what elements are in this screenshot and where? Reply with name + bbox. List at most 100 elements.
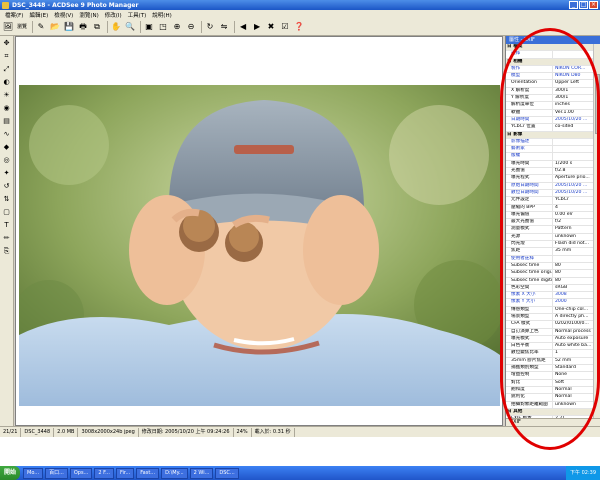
start-button[interactable]: 開始: [0, 466, 21, 480]
taskbar-item[interactable]: Mo...: [23, 467, 44, 479]
taskbar-item[interactable]: D:\My...: [161, 467, 188, 479]
exif-section-header[interactable]: 日 其他: [506, 408, 594, 417]
next-icon[interactable]: ▶: [251, 21, 263, 33]
menu-edit[interactable]: 編輯(E): [26, 11, 51, 19]
rotate-icon[interactable]: ↻: [204, 21, 216, 33]
exif-row[interactable]: 閃光燈 Flash did not...: [506, 241, 594, 249]
zoom-out-icon[interactable]: ⊖: [185, 21, 197, 33]
clone-icon[interactable]: ⎘: [1, 246, 12, 257]
exif-row[interactable]: 測量模式 Pattern: [506, 226, 594, 234]
taskbar-item[interactable]: 百口...: [45, 467, 68, 479]
rotate-tool-icon[interactable]: ↺: [1, 181, 12, 192]
exif-row[interactable]: 焦距 35 mm: [506, 248, 594, 256]
exif-row[interactable]: 像素 X 大小 3008: [506, 292, 594, 300]
exif-scrollbar[interactable]: [593, 44, 600, 418]
menu-file[interactable]: 檔案(F): [2, 11, 26, 19]
exif-row[interactable]: 元件設定 YCbCr: [506, 197, 594, 205]
exif-row[interactable]: 拍攝對象距離範圍 unknown: [506, 401, 594, 409]
exif-row[interactable]: 數位變焦比率 1: [506, 350, 594, 358]
exif-row[interactable]: 註釋: [506, 51, 594, 59]
save-icon[interactable]: 💾: [63, 21, 75, 33]
pencil-icon[interactable]: ✏: [1, 233, 12, 244]
zoom-in-icon[interactable]: ⊕: [171, 21, 183, 33]
exif-row[interactable]: 捕獲類別類型 Standard: [506, 365, 594, 373]
border-icon[interactable]: ▢: [1, 207, 12, 218]
taskbar-item[interactable]: Fir...: [115, 467, 135, 479]
effects-icon[interactable]: ✦: [1, 168, 12, 179]
exif-row[interactable]: Orientation Upper Left: [506, 80, 594, 88]
exif-row[interactable]: 光圈值 f/2.8: [506, 168, 594, 176]
exif-row[interactable]: 曝光時間 1/200 s: [506, 160, 594, 169]
exif-row[interactable]: 曝光模式 Auto exposure: [506, 335, 594, 344]
exif-row[interactable]: 色彩空間 sRGB: [506, 284, 594, 293]
image-viewer[interactable]: [15, 36, 503, 426]
taskbar-item[interactable]: 2 F...: [94, 467, 114, 479]
exif-row[interactable]: 光源 unknown: [506, 233, 594, 242]
print-icon[interactable]: 🖶: [77, 21, 89, 33]
maximize-button[interactable]: □: [579, 1, 588, 9]
exif-scrollbar-thumb[interactable]: [595, 74, 600, 134]
exif-row[interactable]: 對比 Soft: [506, 379, 594, 387]
curves-icon[interactable]: ∿: [1, 129, 12, 140]
taskbar-item[interactable]: Fast...: [136, 467, 160, 479]
exif-property-list[interactable]: 日 檔案 註釋日 相機 製作 NIKON COR... 模型 NIKON D80 Orien…: [506, 44, 594, 418]
exif-section-header[interactable]: 日 檔案: [506, 44, 594, 52]
redeye-icon[interactable]: ◎: [1, 155, 12, 166]
exif-row[interactable]: 原始日期時間 2005/10/20 ...: [506, 182, 594, 190]
exif-row[interactable]: 最大光圈值 f/2: [506, 219, 594, 227]
exif-row[interactable]: 使用者註釋: [506, 255, 594, 263]
browse-icon[interactable]: 🖼: [2, 21, 14, 33]
exif-row[interactable]: CFA 樣式 0202/0100/0...: [506, 321, 594, 329]
menu-help[interactable]: 說明(H): [149, 11, 174, 19]
menu-tools[interactable]: 工具(T): [125, 11, 150, 19]
crop-icon[interactable]: ⌗: [1, 51, 12, 62]
exif-row[interactable]: 自訂演算上色 Normal process: [506, 328, 594, 336]
exif-row[interactable]: X 解析度 300/1: [506, 87, 594, 96]
exif-row[interactable]: 壓縮的 BPP 4: [506, 204, 594, 212]
exif-row[interactable]: 曝光程式 Aperture prio...: [506, 175, 594, 183]
properties-icon[interactable]: ☑: [279, 21, 291, 33]
exif-section-header[interactable]: 日 影像: [506, 131, 594, 139]
exif-row[interactable]: 日期時間 2005/10/20 ...: [506, 116, 594, 125]
exif-row[interactable]: 模型 NIKON D80: [506, 73, 594, 81]
flip-icon[interactable]: ⇋: [218, 21, 230, 33]
delete-icon[interactable]: ✖: [265, 21, 277, 33]
exif-row[interactable]: 數位日期時間 2005/10/20 ...: [506, 189, 594, 198]
menu-view[interactable]: 檢視(V): [51, 11, 76, 19]
exif-row[interactable]: YCbCr 位置 co-sited: [506, 124, 594, 132]
exif-row[interactable]: 場景類型 A directly ph...: [506, 313, 594, 322]
taskbar-item[interactable]: Ops...: [69, 467, 93, 479]
copy-icon[interactable]: ⧉: [91, 21, 103, 33]
exif-tab[interactable]: EXIF: [506, 418, 600, 426]
sharpen-icon[interactable]: ◆: [1, 142, 12, 153]
fit-icon[interactable]: ▣: [143, 21, 155, 33]
exif-row[interactable]: 像素 Y 大小 2000: [506, 299, 594, 307]
browse-button[interactable]: 瀏覽: [16, 21, 28, 33]
taskbar-item[interactable]: 2 Wi...: [189, 467, 214, 479]
taskbar-item-active[interactable]: DSC...: [215, 467, 239, 479]
exif-row[interactable]: 白色平衡 Auto white ba...: [506, 343, 594, 351]
actual-size-icon[interactable]: ◳: [157, 21, 169, 33]
system-tray-clock[interactable]: 下午 02:39: [566, 466, 600, 480]
resize-icon[interactable]: ⤢: [1, 64, 12, 75]
open-icon[interactable]: 📂: [49, 21, 61, 33]
menu-browse[interactable]: 瀏覽(N): [76, 11, 101, 19]
exif-row[interactable]: 傳感類型 One-chip col...: [506, 306, 594, 314]
exif-row[interactable]: 35mm 膠片焦距 52 mm: [506, 357, 594, 366]
exif-row[interactable]: 軟體 Ver.1.00: [506, 109, 594, 117]
exif-row[interactable]: 藝術家: [506, 146, 594, 154]
exif-row[interactable]: 曝光偏值 0.00 eV: [506, 211, 594, 220]
move-icon[interactable]: ✥: [1, 38, 12, 49]
prev-icon[interactable]: ◀: [237, 21, 249, 33]
zoom-icon[interactable]: 🔍: [124, 21, 136, 33]
help-icon[interactable]: ❓: [293, 21, 305, 33]
flip-tool-icon[interactable]: ⇅: [1, 194, 12, 205]
exif-row[interactable]: Subsec time origi... 80: [506, 270, 594, 278]
exif-row[interactable]: 製作 NIKON COR...: [506, 65, 594, 74]
hand-icon[interactable]: ✋: [110, 21, 122, 33]
edit-icon[interactable]: ✎: [35, 21, 47, 33]
exif-row[interactable]: 影像描述: [506, 138, 594, 147]
brightness-icon[interactable]: ☀: [1, 90, 12, 101]
exif-row[interactable]: Subsec time digiti...80: [506, 277, 594, 285]
exif-section-header[interactable]: 日 相機: [506, 58, 594, 66]
